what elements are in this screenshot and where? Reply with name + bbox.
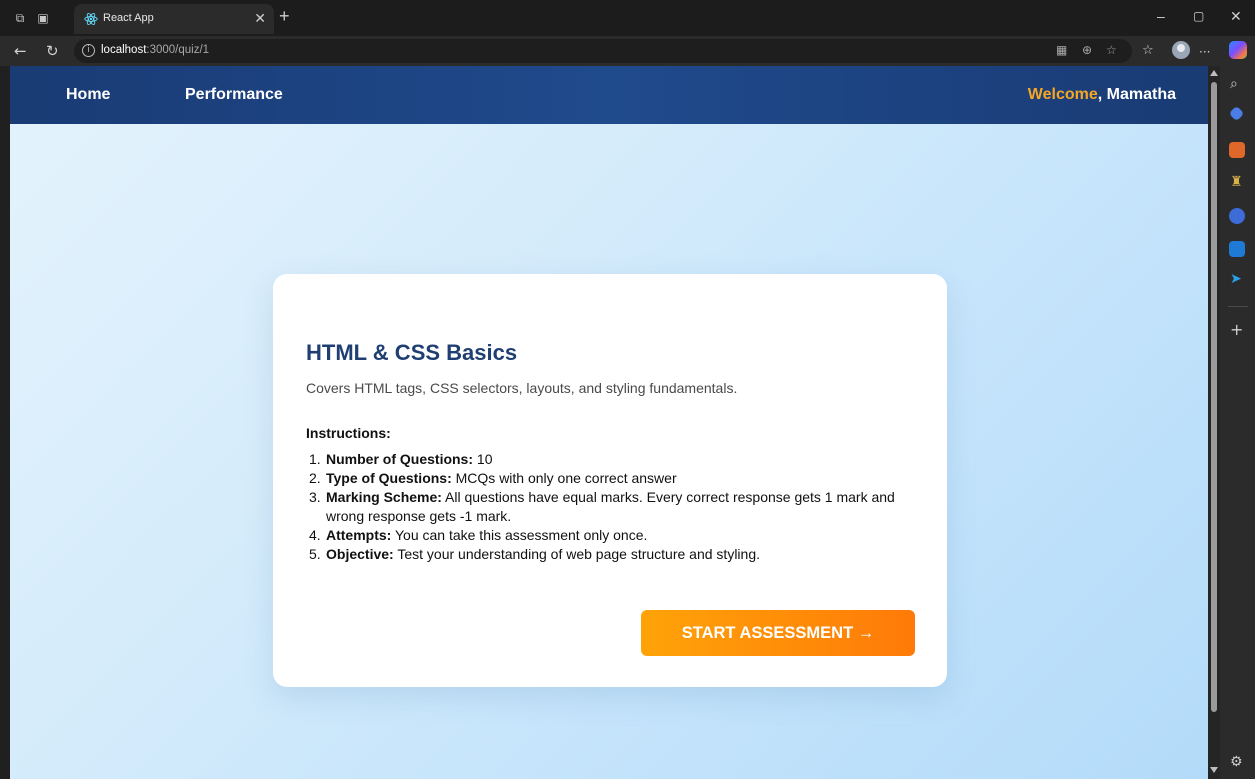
quiz-card: HTML & CSS Basics Covers HTML tags, CSS … xyxy=(273,274,947,687)
close-window-button[interactable]: ✕ xyxy=(1230,8,1242,25)
scroll-up-arrow-icon[interactable] xyxy=(1210,70,1218,76)
sidebar-settings-gear-icon[interactable]: ⚙ xyxy=(1230,754,1243,770)
zoom-icon[interactable]: ⊕ xyxy=(1082,43,1092,57)
quiz-title: HTML & CSS Basics xyxy=(306,340,518,365)
scroll-down-arrow-icon[interactable] xyxy=(1210,767,1218,773)
instruction-item: 5. Objective: Test your understanding of … xyxy=(309,546,760,562)
nav-performance-link[interactable]: Performance xyxy=(185,86,283,104)
scroll-thumb[interactable] xyxy=(1211,82,1217,712)
welcome-username: , Mamatha xyxy=(1097,86,1176,103)
refresh-button[interactable]: ↻ xyxy=(46,42,59,60)
instruction-item: 1. Number of Questions: 10 xyxy=(309,451,493,467)
instruction-item: 2. Type of Questions: MCQs with only one … xyxy=(309,470,677,486)
restore-button[interactable]: ▢ xyxy=(1193,9,1204,23)
immersive-reader-icon[interactable]: ▦ xyxy=(1056,43,1067,57)
browser-window: ⧉ ▣ React App ✕ + – ▢ ✕ ← ↻ i localhost:… xyxy=(0,0,1255,779)
react-logo-icon xyxy=(84,13,98,25)
instruction-item: 4. Attempts: You can take this assessment… xyxy=(309,527,648,543)
tab-title: React App xyxy=(103,12,154,24)
new-tab-button[interactable]: + xyxy=(279,6,290,27)
settings-menu-button[interactable]: ··· xyxy=(1199,43,1210,61)
copilot-icon[interactable] xyxy=(1229,41,1247,59)
tab-react-app[interactable]: React App ✕ xyxy=(74,4,274,34)
tools-briefcase-icon[interactable] xyxy=(1229,142,1245,158)
page-viewport: Home Performance Welcome, Mamatha HTML &… xyxy=(10,66,1208,779)
profile-avatar[interactable] xyxy=(1172,41,1190,59)
address-bar[interactable]: i localhost:3000/quiz/1 ▦ ⊕ ☆ xyxy=(74,39,1132,63)
app-navbar: Home Performance Welcome, Mamatha xyxy=(10,66,1208,124)
site-info-icon[interactable]: i xyxy=(82,44,95,57)
welcome-word: Welcome xyxy=(1027,86,1098,103)
nav-home-link[interactable]: Home xyxy=(66,86,110,104)
sidebar-divider xyxy=(1228,306,1248,307)
favorites-icon[interactable]: ☆ xyxy=(1142,42,1154,60)
tab-strip: ⧉ ▣ React App ✕ + – ▢ ✕ xyxy=(0,0,1255,36)
tab-actions-icon[interactable]: ▣ xyxy=(36,11,50,25)
instruction-item: 3. Marking Scheme: All questions have equ… xyxy=(309,489,895,524)
welcome-message: Welcome, Mamatha xyxy=(1028,86,1176,104)
microsoft-365-icon[interactable] xyxy=(1229,208,1245,224)
shopping-tag-icon[interactable] xyxy=(1228,105,1245,122)
favorite-star-icon[interactable]: ☆ xyxy=(1106,43,1117,57)
outlook-icon[interactable] xyxy=(1229,241,1245,257)
instructions-list: 1. Number of Questions: 10 2. Type of Ques… xyxy=(306,450,916,564)
games-icon[interactable]: ♜ xyxy=(1230,174,1243,190)
browser-toolbar: ← ↻ i localhost:3000/quiz/1 ▦ ⊕ ☆ ☆ ··· xyxy=(0,36,1255,66)
quiz-description: Covers HTML tags, CSS selectors, layouts… xyxy=(306,380,738,396)
page-scrollbar[interactable] xyxy=(1208,66,1220,779)
add-sidebar-app-icon[interactable]: + xyxy=(1230,322,1243,338)
instructions-heading: Instructions: xyxy=(306,425,391,441)
edge-sidebar: ⌕ ♜ ➤ + ⚙ xyxy=(1220,66,1255,779)
back-button[interactable]: ← xyxy=(14,42,27,60)
url-text[interactable]: localhost:3000/quiz/1 xyxy=(101,44,209,56)
send-icon[interactable]: ➤ xyxy=(1230,271,1242,287)
start-assessment-button[interactable]: START ASSESSMENT → xyxy=(641,610,915,656)
workspaces-icon[interactable]: ⧉ xyxy=(13,11,27,25)
minimize-button[interactable]: – xyxy=(1157,8,1165,24)
tab-close-icon[interactable]: ✕ xyxy=(254,10,266,27)
search-icon[interactable]: ⌕ xyxy=(1230,76,1238,92)
